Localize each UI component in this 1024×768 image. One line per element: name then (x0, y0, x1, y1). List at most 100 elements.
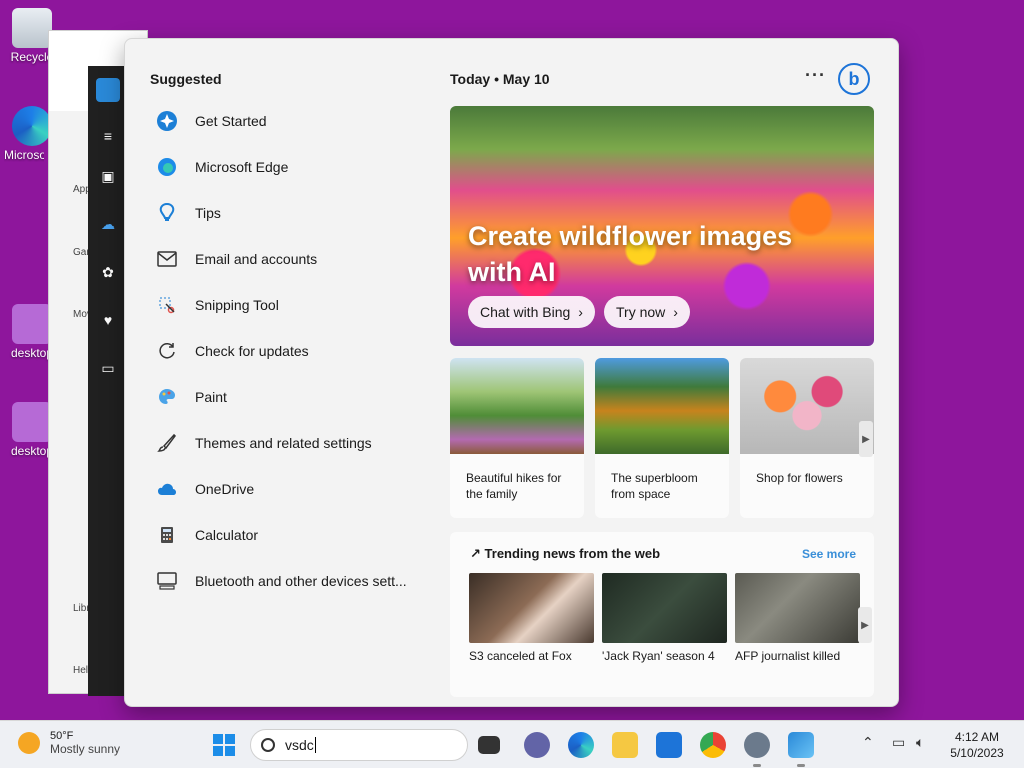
content-card-superbloom[interactable]: The superbloom from space (595, 358, 729, 518)
chevron-right-icon: › (578, 304, 583, 320)
suggested-item[interactable]: Paint (155, 374, 415, 420)
weather-widget[interactable]: 50°F Mostly sunny (18, 730, 120, 756)
see-more-link[interactable]: See more (802, 547, 856, 561)
news-caption: S3 canceled at Fox (469, 649, 572, 663)
chat-with-bing-label: Chat with Bing (480, 304, 571, 320)
news-item[interactable]: 'Jack Ryan' season 4 (602, 573, 727, 663)
edge-icon[interactable] (568, 732, 594, 758)
suggested-item[interactable]: OneDrive (155, 466, 415, 512)
photos-app-icon[interactable] (788, 732, 814, 758)
content-card-flowers[interactable]: Shop for flowers (740, 358, 874, 518)
photos-icon[interactable]: ✿ (96, 260, 120, 284)
menu-icon[interactable]: ≡ (96, 124, 120, 148)
search-input[interactable]: vsdc (285, 737, 314, 753)
text-cursor (314, 737, 316, 753)
search-icon (261, 738, 275, 752)
weather-temp: 50°F (50, 730, 74, 742)
today-heading: Today • May 10 (450, 71, 550, 87)
suggested-item-label: OneDrive (195, 481, 255, 497)
news-image (469, 573, 594, 643)
clock-time: 4:12 AM (954, 730, 1000, 744)
network-icon[interactable]: ▭ (892, 734, 905, 751)
taskbar-search-box[interactable]: vsdc (250, 729, 468, 761)
try-now-label: Try now (616, 304, 666, 320)
cloud-icon[interactable]: ☁ (96, 212, 120, 236)
windows-logo-tile (213, 746, 223, 756)
suggested-item[interactable]: Tips (155, 190, 415, 236)
news-caption: 'Jack Ryan' season 4 (602, 649, 715, 663)
bing-chat-button[interactable]: b (838, 63, 870, 95)
card-image (595, 358, 729, 454)
suggested-item[interactable]: Calculator (155, 512, 415, 558)
cards-next-button[interactable]: ▶ (859, 421, 873, 457)
suggested-item[interactable]: Bluetooth and other devices sett... (155, 558, 415, 604)
scissors-icon (155, 293, 179, 317)
suggested-item[interactable]: Email and accounts (155, 236, 415, 282)
card-caption: Beautiful hikes for the family (466, 471, 562, 501)
news-next-button[interactable]: ▶ (858, 607, 872, 643)
cloud-icon (155, 477, 179, 501)
news-item[interactable]: S3 canceled at Fox (469, 573, 594, 663)
card-image (450, 358, 584, 454)
windows-logo-tile (213, 734, 223, 744)
hero-banner[interactable]: Create wildflower images with AI Chat wi… (450, 106, 874, 346)
news-item[interactable]: AFP journalist killed (735, 573, 860, 663)
content-card-hikes[interactable]: Beautiful hikes for the family (450, 358, 584, 518)
windows-logo-tile (225, 734, 235, 744)
suggested-item[interactable]: Microsoft Edge (155, 144, 415, 190)
desktop-icon-label: Microsoft Edge (4, 148, 44, 162)
suggested-item-label: Calculator (195, 527, 259, 543)
suggested-item-label: Paint (195, 389, 227, 405)
trending-news-section: ↗ Trending news from the web See more S3… (450, 532, 874, 697)
trending-up-icon: ↗ (470, 546, 481, 561)
card-image (740, 358, 874, 454)
today-date: May 10 (502, 71, 550, 87)
sun-icon (18, 732, 40, 754)
hero-title: Create wildflower images with AI (468, 221, 793, 287)
card-caption: Shop for flowers (756, 471, 843, 485)
edge-icon (12, 106, 52, 146)
trending-heading: ↗ Trending news from the web (470, 546, 660, 562)
system-clock[interactable]: 4:12 AM 5/10/2023 (942, 729, 1012, 761)
running-indicator (753, 764, 761, 767)
edge-icon (155, 155, 179, 179)
volume-icon[interactable]: 🔈︎ (916, 734, 924, 751)
chrome-icon[interactable] (700, 732, 726, 758)
suggested-item[interactable]: Check for updates (155, 328, 415, 374)
store-icon[interactable] (656, 732, 682, 758)
tips-icon (155, 201, 179, 225)
suggested-item-label: Microsoft Edge (195, 159, 289, 175)
chevron-up-icon[interactable]: ⌃ (862, 734, 874, 751)
photos-window-background: ≡ ▣ ☁ ✿ ♥ ▭ (88, 66, 128, 696)
image-icon[interactable]: ▣ (96, 164, 120, 188)
suggested-item-label: Check for updates (195, 343, 309, 359)
card-caption: The superbloom from space (611, 471, 698, 501)
suggested-item[interactable]: Themes and related settings (155, 420, 415, 466)
suggested-list: Get Started Microsoft Edge Tips Email an… (155, 98, 415, 604)
brush-icon (155, 431, 179, 455)
start-button[interactable] (213, 734, 235, 756)
settings-gear-icon[interactable] (744, 732, 770, 758)
more-options-button[interactable]: ··· (805, 65, 826, 86)
bullet-separator: • (494, 71, 503, 87)
taskbar: 50°F Mostly sunny vsdc ⌃ ▭ 🔈︎ 4:12 AM 5/… (0, 720, 1024, 768)
photos-logo-icon (96, 78, 120, 102)
folder-icon[interactable]: ▭ (96, 356, 120, 380)
weather-desc: Mostly sunny (50, 742, 121, 756)
suggested-item[interactable]: Get Started (155, 98, 415, 144)
suggested-item[interactable]: Snipping Tool (155, 282, 415, 328)
file-explorer-icon[interactable] (612, 732, 638, 758)
suggested-item-label: Snipping Tool (195, 297, 279, 313)
task-view-icon[interactable] (478, 736, 500, 754)
calculator-icon (155, 523, 179, 547)
chat-with-bing-button[interactable]: Chat with Bing › (468, 296, 595, 328)
suggested-item-label: Email and accounts (195, 251, 318, 267)
news-image (735, 573, 860, 643)
suggested-item-label: Tips (195, 205, 221, 221)
running-indicator (797, 764, 805, 767)
chat-icon[interactable] (524, 732, 550, 758)
today-label: Today (450, 71, 491, 87)
heart-icon[interactable]: ♥ (96, 308, 120, 332)
settings-file-icon (12, 304, 52, 344)
try-now-button[interactable]: Try now › (604, 296, 690, 328)
